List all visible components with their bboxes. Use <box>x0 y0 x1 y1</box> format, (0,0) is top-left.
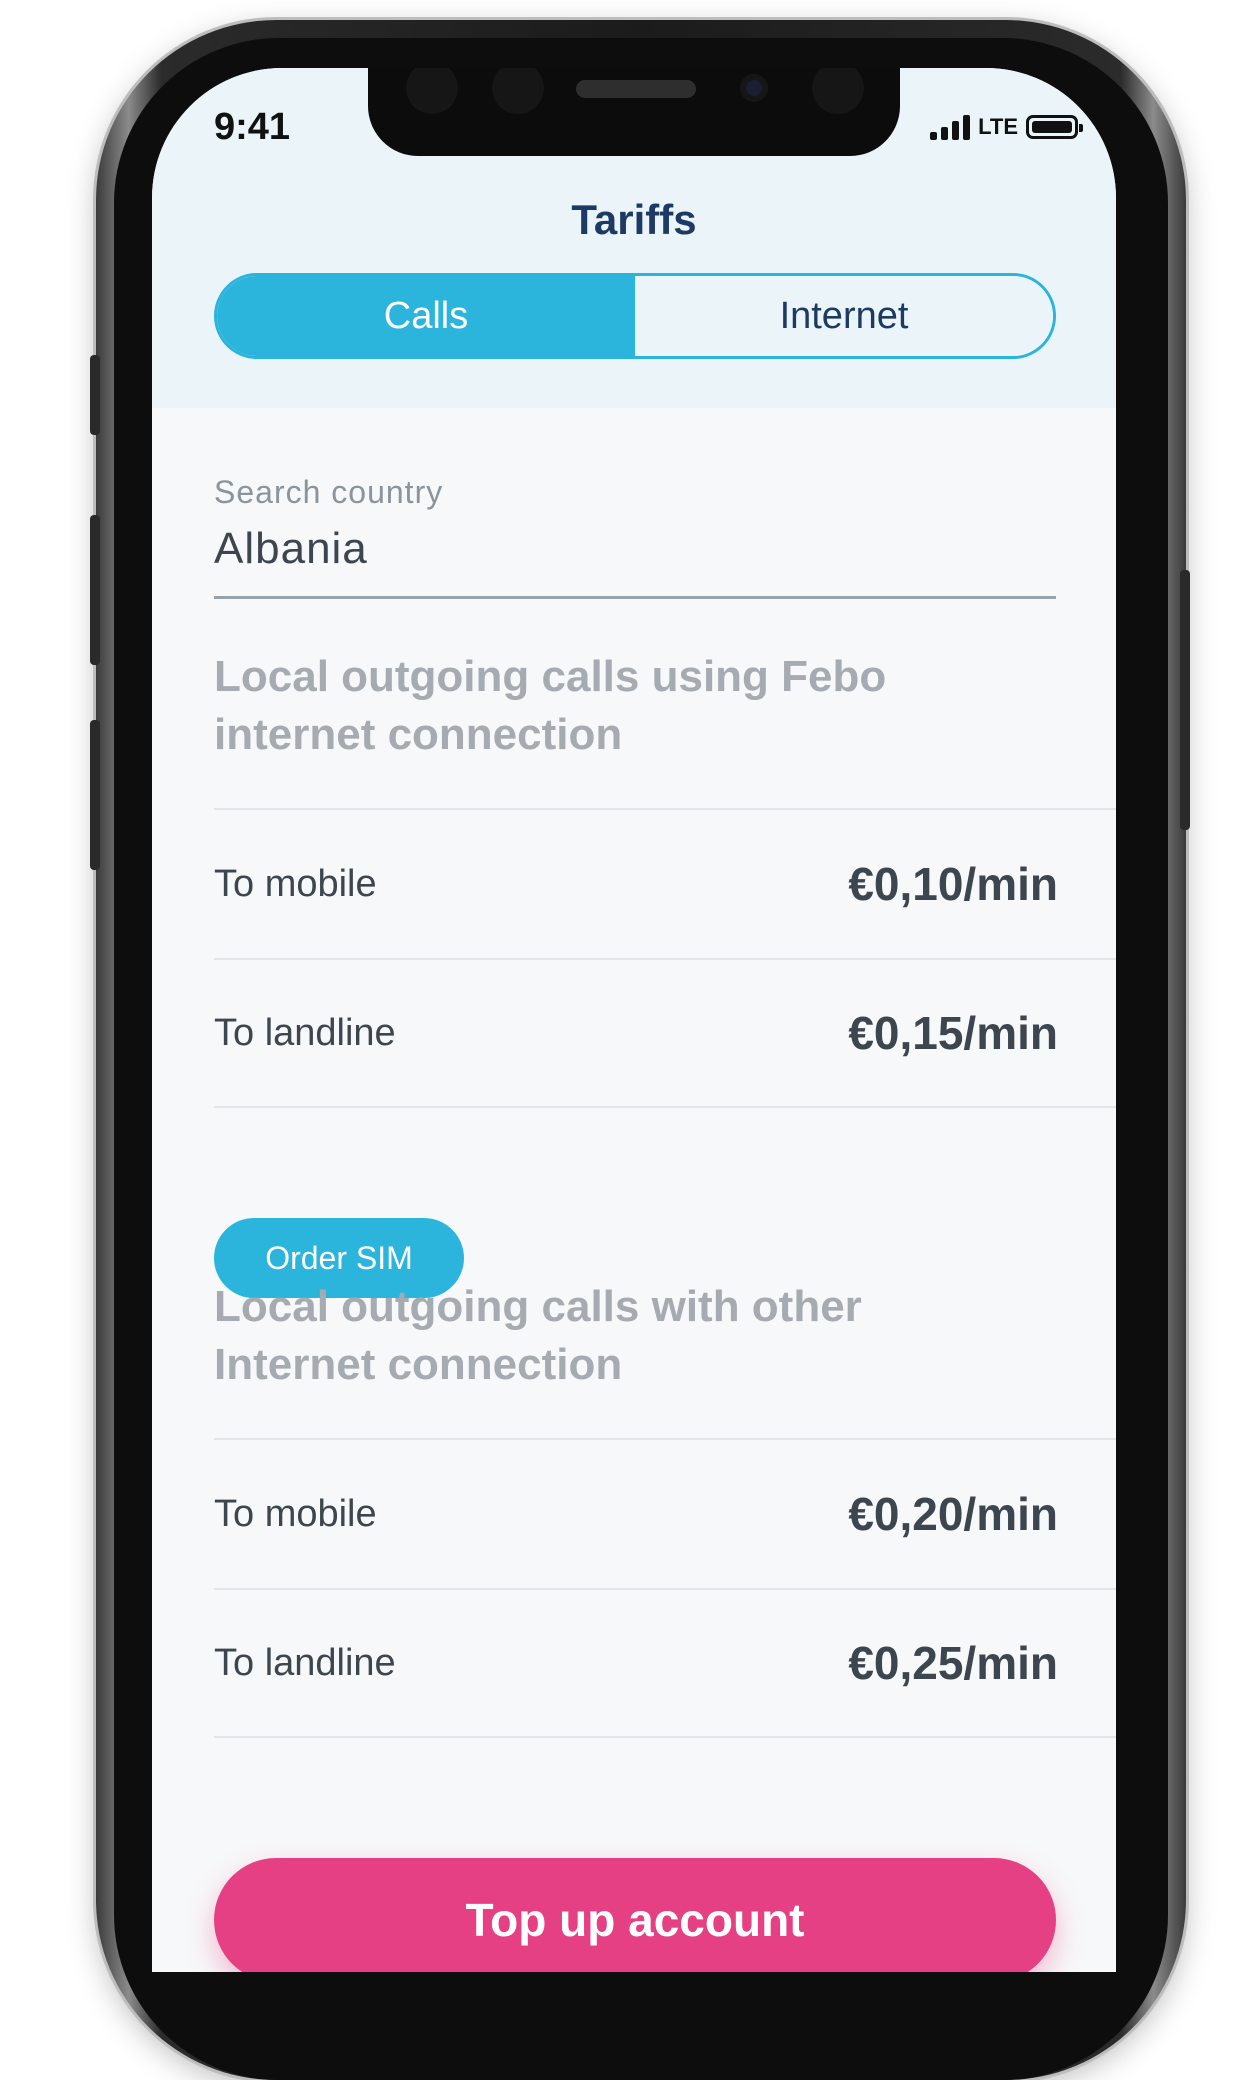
status-indicators: LTE <box>930 112 1083 142</box>
section-heading-febo: Local outgoing calls using Febo internet… <box>214 652 887 759</box>
tariff-label: To mobile <box>214 862 377 905</box>
side-button-power <box>1180 570 1190 830</box>
phone-screen: 9:41 LTE Tariffs Calls Internet Search c… <box>152 68 1116 1972</box>
side-button-mute <box>90 355 100 435</box>
front-camera-icon <box>740 74 768 102</box>
search-country-label: Search country <box>214 474 444 510</box>
earpiece-speaker <box>576 80 696 98</box>
side-button-volume-down <box>90 720 100 870</box>
tab-switcher: Calls Internet <box>214 273 1056 359</box>
tariff-row: To landline €0,15/min <box>214 958 1116 1108</box>
network-type: LTE <box>978 114 1018 139</box>
tariff-price: €0,15/min <box>848 1007 1058 1059</box>
side-button-volume-up <box>90 515 100 665</box>
signal-icon <box>930 114 971 140</box>
battery-icon <box>1026 115 1083 139</box>
top-up-account-button[interactable]: Top up account <box>214 1858 1056 1972</box>
tariff-label: To landline <box>214 1641 396 1684</box>
tariff-price: €0,10/min <box>848 858 1058 910</box>
status-time: 9:41 <box>214 106 291 148</box>
tab-internet[interactable]: Internet <box>635 276 1053 356</box>
tariff-label: To landline <box>214 1011 396 1054</box>
phone-notch <box>368 68 900 156</box>
notch-sensor <box>812 68 864 114</box>
search-country-input[interactable] <box>214 520 1056 599</box>
tariff-price: €0,20/min <box>848 1488 1058 1540</box>
tab-calls[interactable]: Calls <box>217 276 635 356</box>
tariff-row: To mobile €0,10/min <box>214 808 1116 958</box>
tariff-price: €0,25/min <box>848 1637 1058 1689</box>
tariff-row: To mobile €0,20/min <box>214 1438 1116 1588</box>
notch-sensor <box>406 68 458 114</box>
tariff-row: To landline €0,25/min <box>214 1588 1116 1738</box>
notch-sensor <box>492 68 544 114</box>
section-heading-other: Local outgoing calls with other Internet… <box>214 1282 862 1389</box>
page-title: Tariffs <box>571 196 697 243</box>
tariff-label: To mobile <box>214 1492 377 1535</box>
